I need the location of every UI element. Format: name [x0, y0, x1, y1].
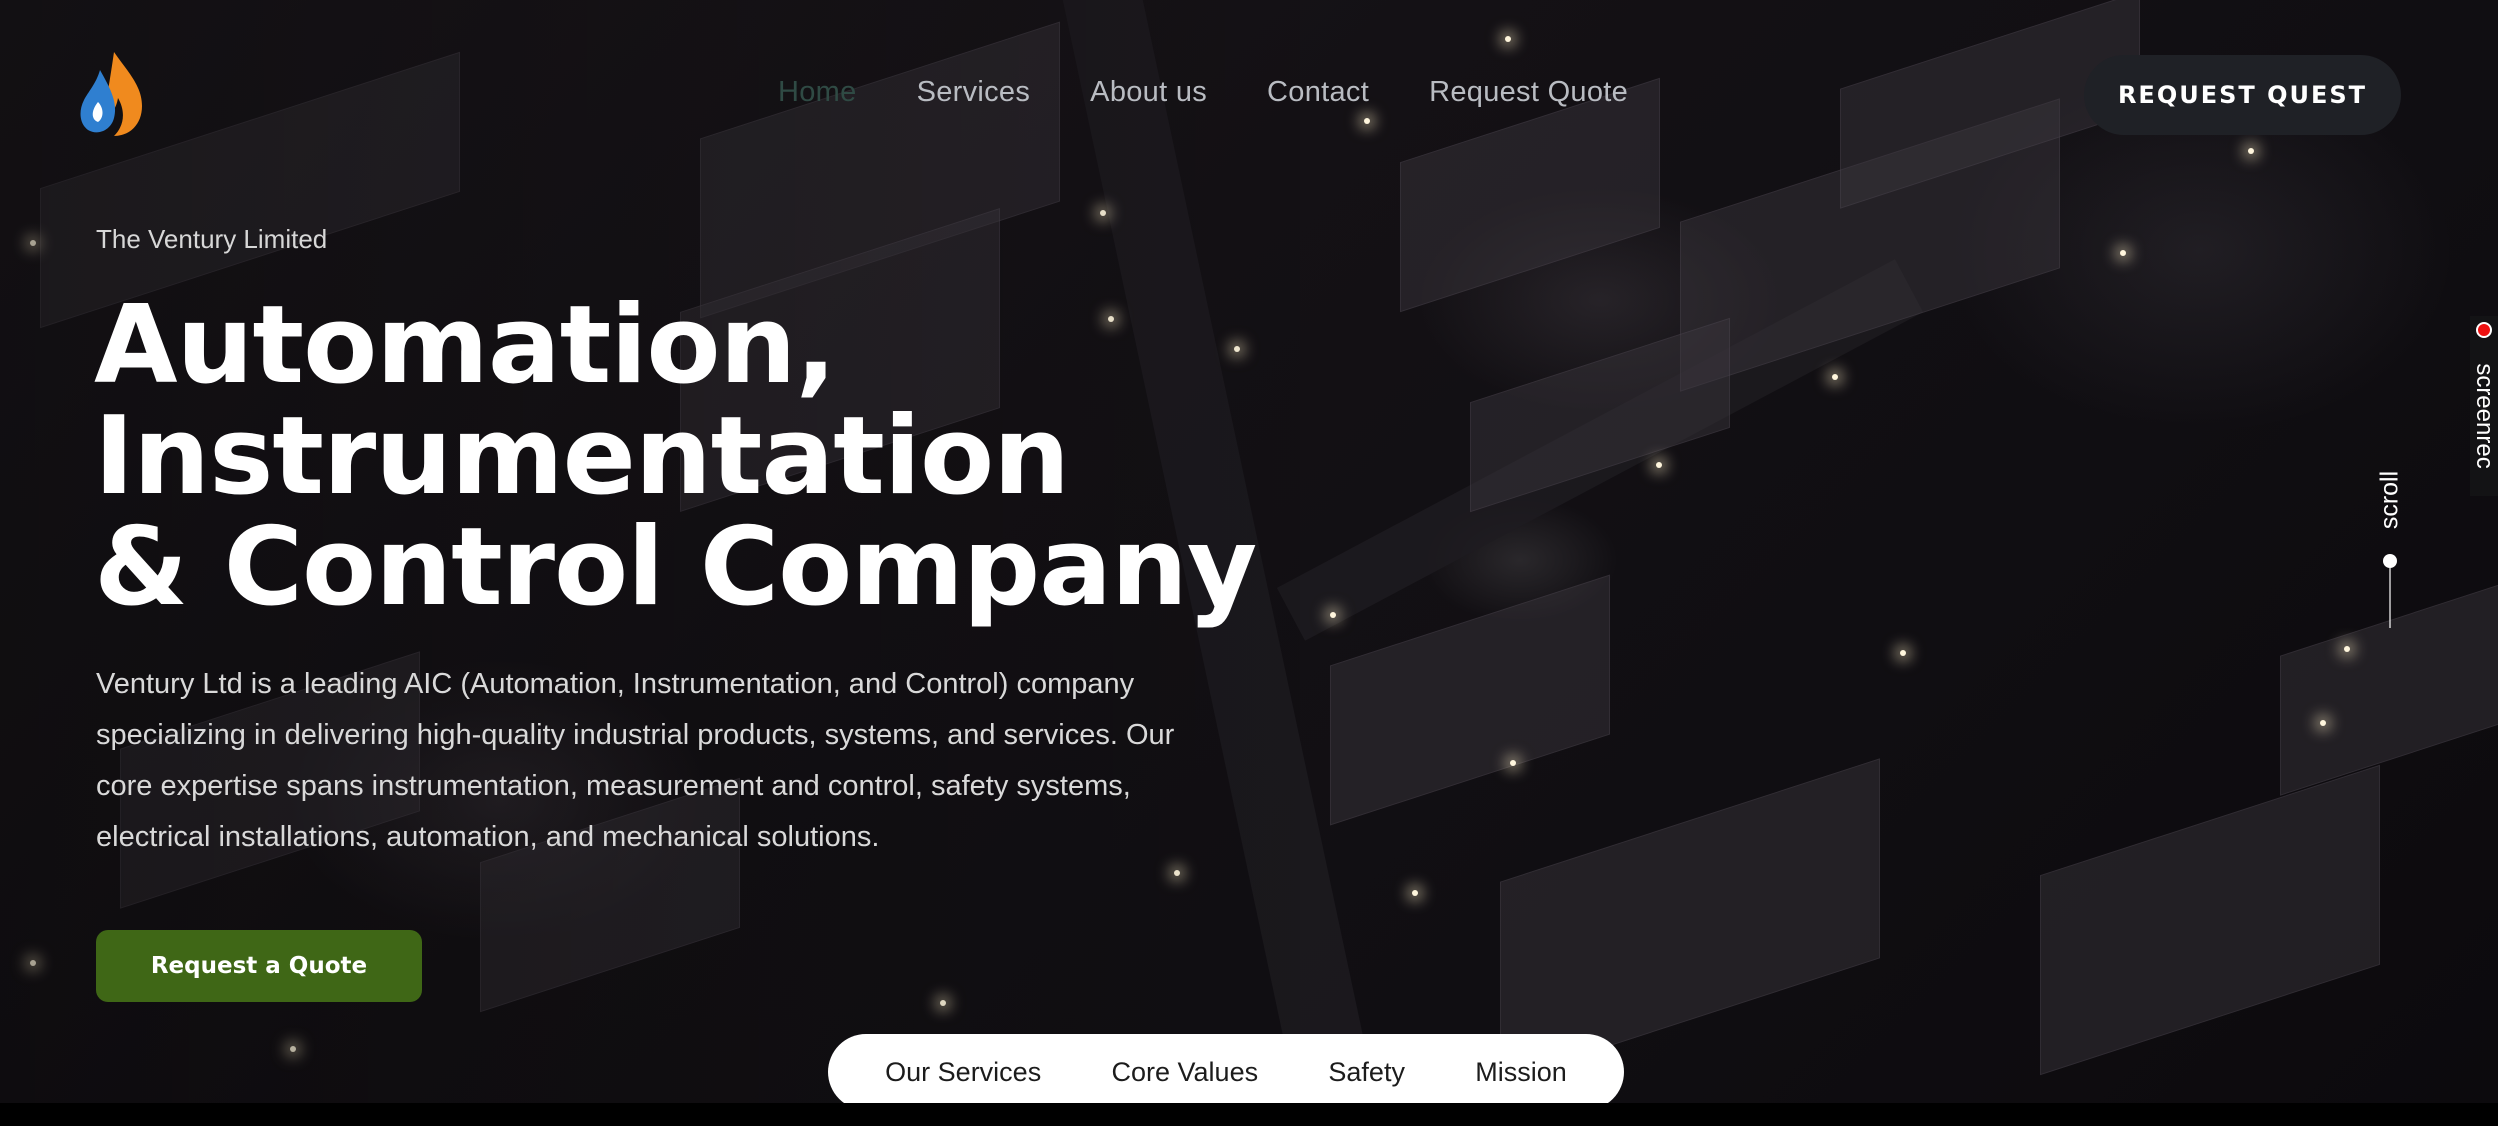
nav-services-link[interactable]: Services — [917, 76, 1031, 109]
scroll-dot-icon — [2383, 554, 2397, 568]
record-dot-icon — [2476, 322, 2492, 338]
section-nav-pill: Our Services Core Values Safety Mission — [828, 1034, 1624, 1110]
section-tab-mission[interactable]: Mission — [1475, 1057, 1567, 1088]
hero-description: Ventury Ltd is a leading AIC (Automation… — [96, 668, 1175, 853]
hero-headline: Automation, Instrumentation & Control Co… — [94, 290, 1394, 623]
section-tab-safety[interactable]: Safety — [1328, 1057, 1405, 1088]
headline-line-3: & Control Company — [94, 505, 1257, 630]
scroll-label: scroll — [2375, 470, 2404, 530]
scroll-line — [2389, 568, 2391, 628]
request-a-quote-button[interactable]: Request a Quote — [96, 930, 422, 1002]
nav-home-link[interactable]: Home — [778, 76, 857, 109]
recorder-label: screenrec — [2471, 363, 2498, 469]
headline-line-1: Automation, — [94, 283, 836, 408]
main-nav: Home Services About us Contact Request Q… — [778, 76, 1628, 109]
flame-drop-logo-icon — [80, 52, 142, 136]
scroll-label-wrap: scroll — [2374, 460, 2406, 540]
section-tab-core-values[interactable]: Core Values — [1112, 1057, 1259, 1088]
request-quest-button[interactable]: REQUEST QUEST — [2084, 55, 2401, 135]
company-logo[interactable] — [76, 50, 146, 140]
screen-recorder-tab[interactable]: screenrec — [2470, 316, 2498, 496]
nav-request-quote-link[interactable]: Request Quote — [1429, 76, 1628, 109]
scroll-indicator[interactable]: scroll — [2372, 460, 2408, 630]
nav-about-link[interactable]: About us — [1090, 76, 1207, 109]
nav-contact-link[interactable]: Contact — [1267, 76, 1369, 109]
bottom-edge — [0, 1103, 2498, 1126]
company-eyebrow: The Ventury Limited — [96, 224, 328, 254]
headline-line-2: Instrumentation — [94, 394, 1070, 519]
section-tab-our-services[interactable]: Our Services — [885, 1057, 1041, 1088]
